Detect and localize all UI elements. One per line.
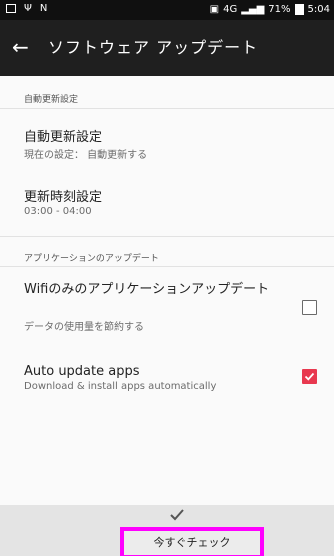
wifi-only-update-subtitle: データの使用量を節約する — [24, 322, 144, 333]
page-title: ソフトウェア アップデート — [48, 38, 259, 57]
auto-update-apps-item[interactable]: Auto update apps Download & install apps… — [0, 350, 334, 406]
back-arrow-icon[interactable]: ← — [12, 35, 29, 59]
wifi-only-update-title: Wifiのみのアプリケーションアップデート — [24, 282, 270, 297]
divider — [0, 236, 334, 237]
auto-update-setting-item[interactable]: 自動更新設定 現在の設定： 自動更新する — [0, 112, 334, 172]
notification-icon — [6, 4, 16, 13]
auto-update-setting-title: 自動更新設定 — [24, 130, 103, 145]
status-bar: Ψ N ▣ 4G ▂▄▆ 71% 5:04 — [0, 0, 334, 20]
signal-icon: ▂▄▆ — [241, 4, 265, 15]
battery-icon — [294, 4, 304, 15]
nfc-status-icon: ▣ — [209, 4, 220, 15]
update-time-setting-subtitle: 03:00 - 04:00 — [24, 206, 92, 217]
auto-update-apps-subtitle: Download & install apps automatically — [24, 381, 217, 392]
status-right: ▣ 4G ▂▄▆ 71% 5:04 — [210, 4, 330, 15]
app-bar: ← ソフトウェア アップデート — [0, 20, 334, 76]
auto-update-apps-checkbox[interactable] — [302, 369, 317, 384]
signal-text: 4G — [223, 4, 238, 15]
wifi-only-update-item[interactable]: Wifiのみのアプリケーションアップデート データの使用量を節約する — [0, 268, 334, 350]
section-header-app-update: アプリケーションのアップデート — [24, 254, 159, 264]
auto-update-setting-subtitle: 現在の設定： 自動更新する — [24, 150, 148, 161]
nfc-icon: N — [39, 3, 48, 14]
status-left-icons: Ψ N — [6, 3, 47, 14]
clock: 5:04 — [307, 4, 330, 15]
auto-update-apps-title: Auto update apps — [24, 364, 140, 379]
divider — [0, 266, 334, 267]
battery-percent: 71% — [268, 4, 291, 15]
wifi-only-checkbox[interactable] — [302, 300, 317, 315]
check-icon — [170, 509, 184, 521]
bottom-bar: 今すぐチェック — [0, 505, 334, 556]
update-time-setting-item[interactable]: 更新時刻設定 03:00 - 04:00 — [0, 172, 334, 228]
check-now-button[interactable]: 今すぐチェック — [120, 527, 264, 556]
divider — [0, 108, 334, 109]
checkmark-icon — [304, 372, 315, 381]
update-time-setting-title: 更新時刻設定 — [24, 190, 103, 205]
usb-icon: Ψ — [24, 3, 32, 14]
section-header-auto-update: 自動更新設定 — [24, 95, 79, 105]
